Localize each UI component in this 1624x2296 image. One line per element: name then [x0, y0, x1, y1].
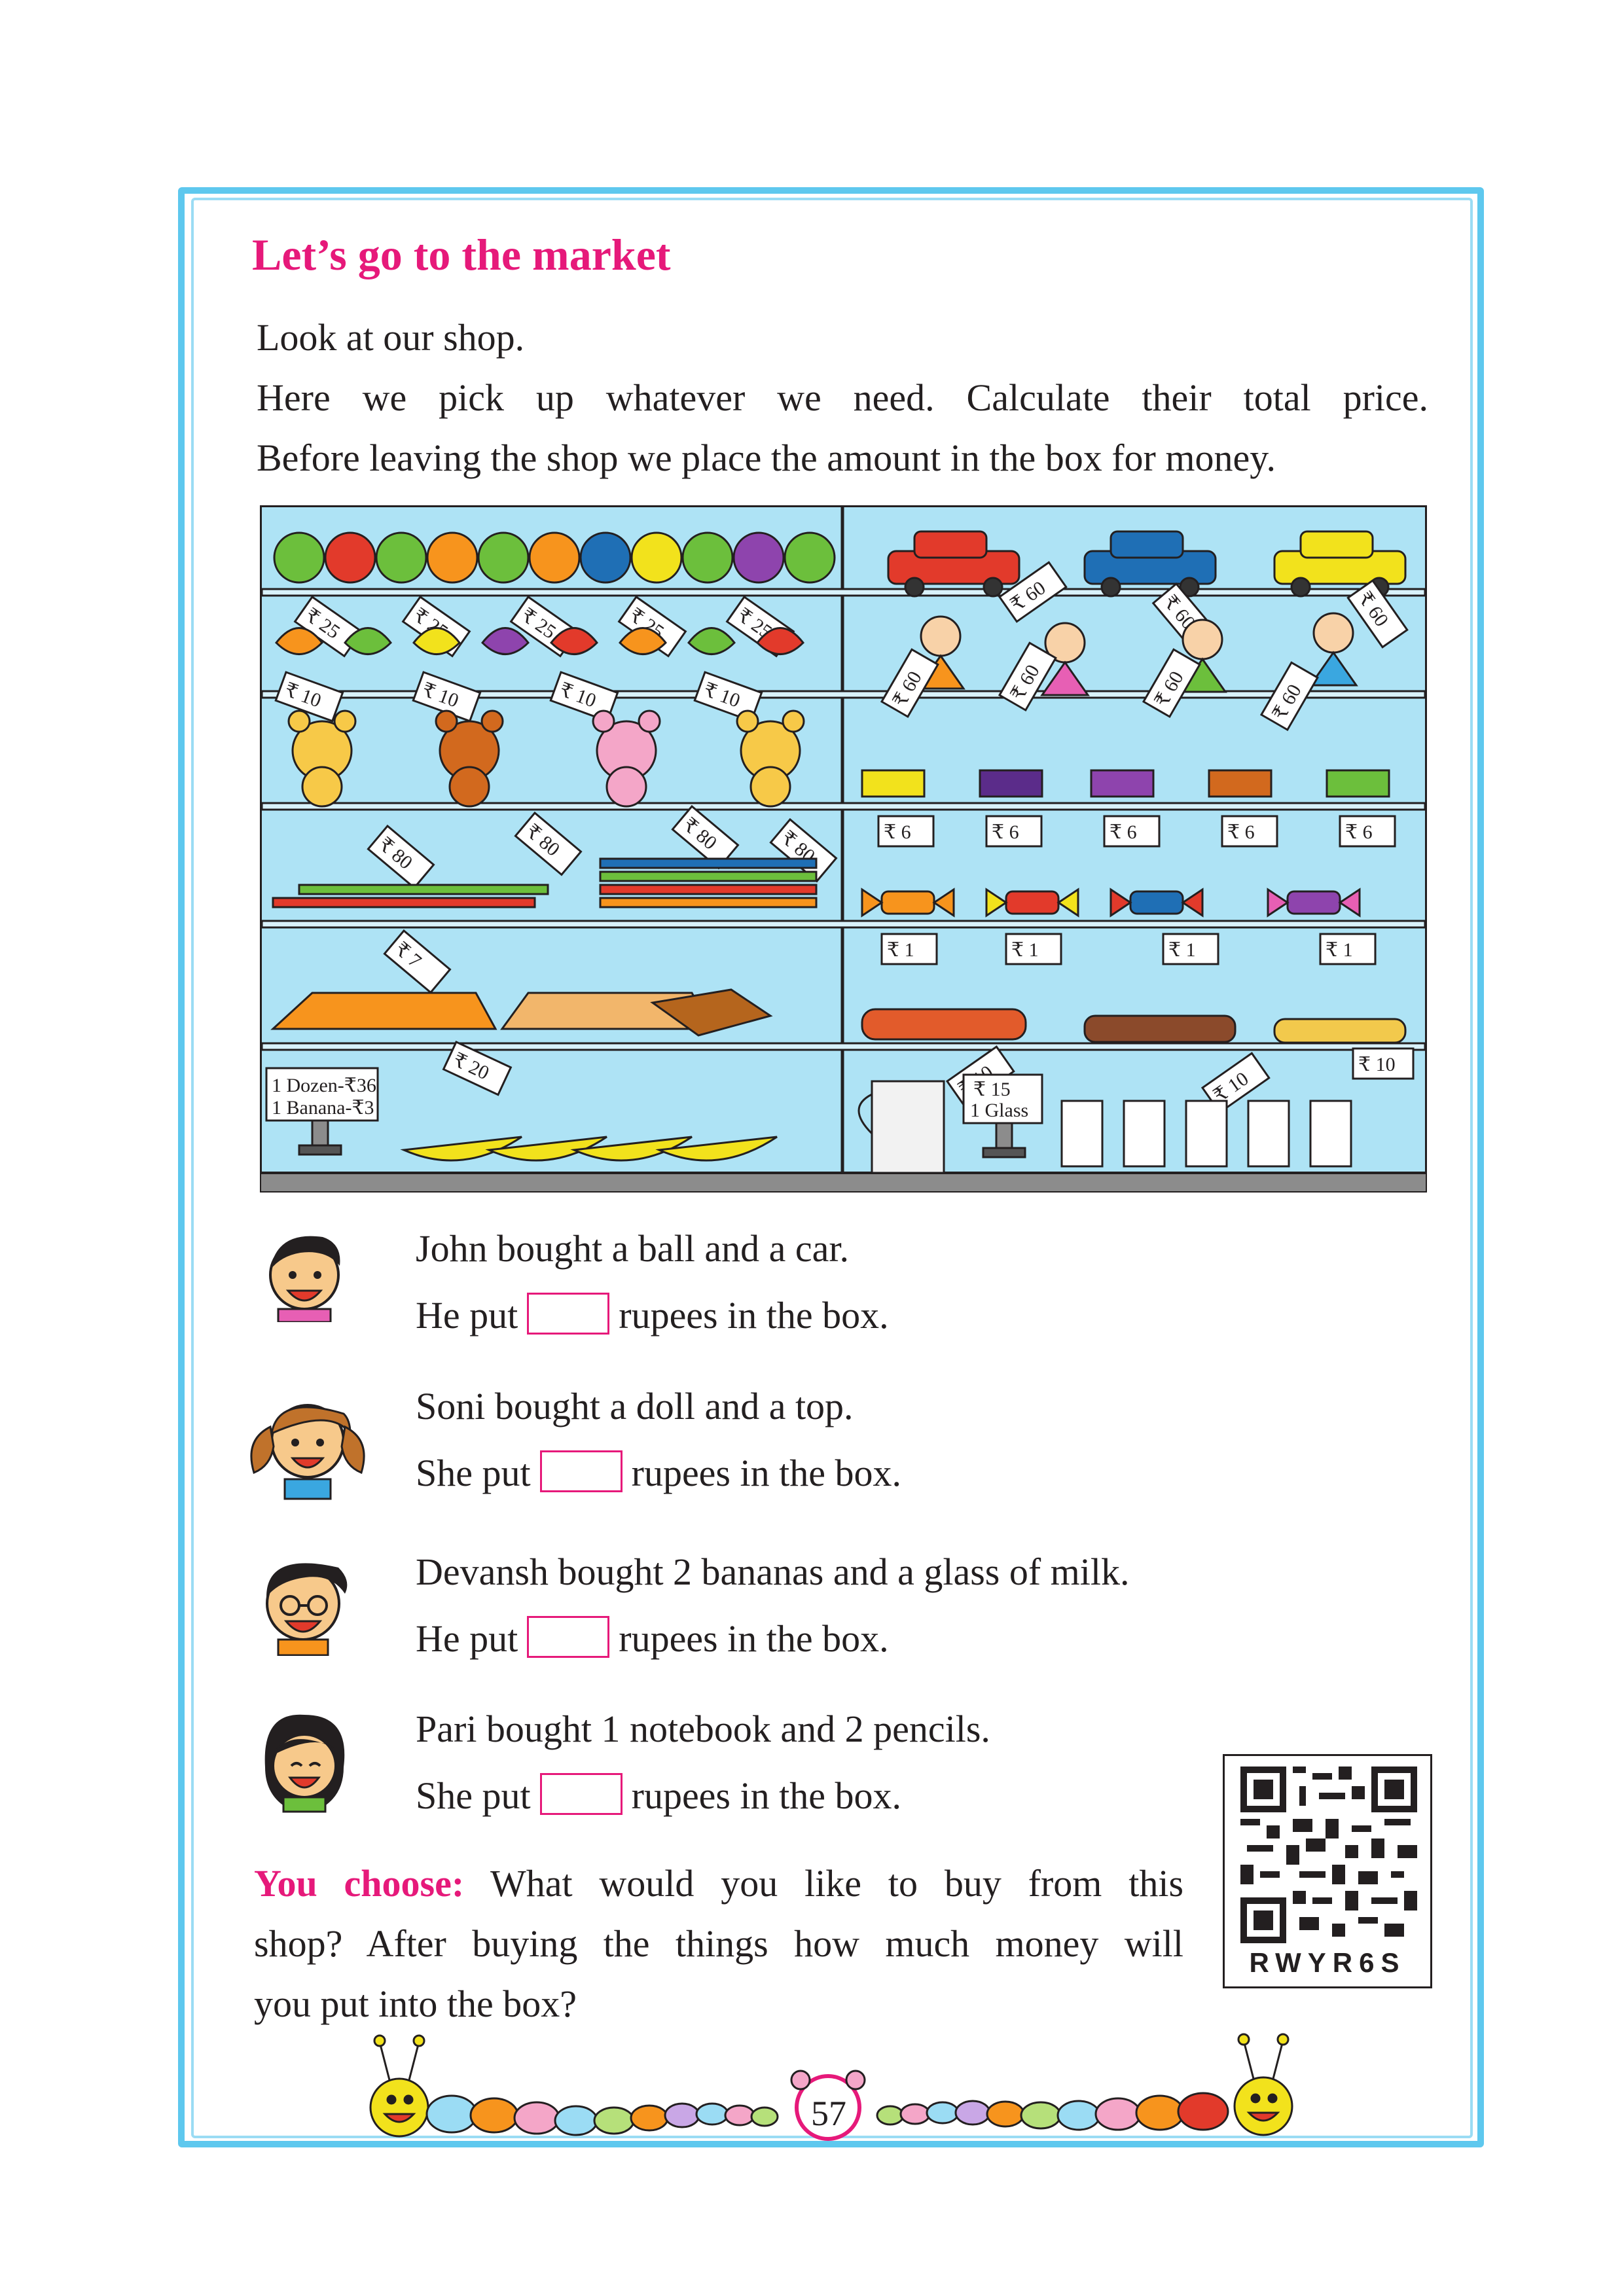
girl-short-hair-avatar-icon — [264, 1714, 345, 1813]
question-text: Pari bought 1 notebook and 2 pencils. — [416, 1708, 990, 1750]
qr-code-box[interactable]: RWYR6S — [1223, 1754, 1432, 1988]
intro-line: Before leaving the shop we place the amo… — [257, 437, 1276, 479]
intro-line: Look at our shop. — [257, 316, 525, 359]
svg-text:₹ 6: ₹ 6 — [1345, 821, 1373, 843]
page-number: 57 — [811, 2094, 846, 2133]
answer-line: He put rupees in the box. — [416, 1293, 889, 1336]
answer-line: She put rupees in the box. — [416, 1773, 901, 1817]
svg-text:₹ 10: ₹ 10 — [1358, 1054, 1396, 1075]
svg-text:₹ 1: ₹ 1 — [1168, 939, 1196, 961]
answer-line: She put rupees in the box. — [416, 1450, 901, 1494]
svg-text:₹ 1: ₹ 1 — [1011, 939, 1039, 961]
qr-code-icon — [1240, 1767, 1417, 1943]
you-choose-paragraph: You choose: What would you like to buy f… — [254, 1862, 1184, 2025]
you-choose-label: You choose: — [254, 1862, 465, 1905]
intro-line: Here we pick up whatever we need. Calcul… — [257, 376, 1428, 419]
milk-price-sign: ₹ 15 — [973, 1079, 1011, 1100]
svg-text:₹ 6: ₹ 6 — [1227, 821, 1255, 843]
svg-text:₹ 6: ₹ 6 — [1110, 821, 1137, 843]
shop-illustration: ₹ 25 ₹ 25 ₹ 25 ₹ 25 ₹ 25 ₹ 10 ₹ 10 ₹ 10 … — [260, 505, 1427, 1193]
answer-box[interactable] — [527, 1293, 610, 1335]
price-tag-eraser: ₹ 6 — [884, 821, 911, 843]
price-tag-candy: ₹ 1 — [887, 939, 914, 961]
question-text: John bought a ball and a car. — [416, 1227, 849, 1270]
question-text: Devansh bought 2 bananas and a glass of … — [416, 1551, 1130, 1593]
answer-line: He put rupees in the box. — [416, 1616, 889, 1660]
intro-paragraph: Look at our shop. Here we pick up whatev… — [257, 308, 1428, 488]
answer-box[interactable] — [539, 1773, 623, 1815]
svg-text:₹ 6: ₹ 6 — [992, 821, 1019, 843]
question-text: Soni bought a doll and a top. — [416, 1385, 854, 1427]
qr-code-text: RWYR6S — [1249, 1947, 1406, 1978]
svg-text:1 Banana-₹3: 1 Banana-₹3 — [272, 1097, 374, 1119]
girl-avatar-icon — [250, 1404, 365, 1500]
svg-text:₹ 1: ₹ 1 — [1326, 939, 1353, 961]
section-heading: Let’s go to the market — [252, 230, 671, 279]
answer-box[interactable] — [539, 1450, 623, 1492]
banana-price-sign: 1 Dozen-₹36 — [272, 1075, 376, 1096]
boy-with-glasses-avatar-icon — [266, 1563, 348, 1656]
svg-text:1 Glass: 1 Glass — [970, 1100, 1028, 1121]
boy-avatar-icon — [269, 1236, 340, 1322]
answer-box[interactable] — [527, 1616, 610, 1658]
